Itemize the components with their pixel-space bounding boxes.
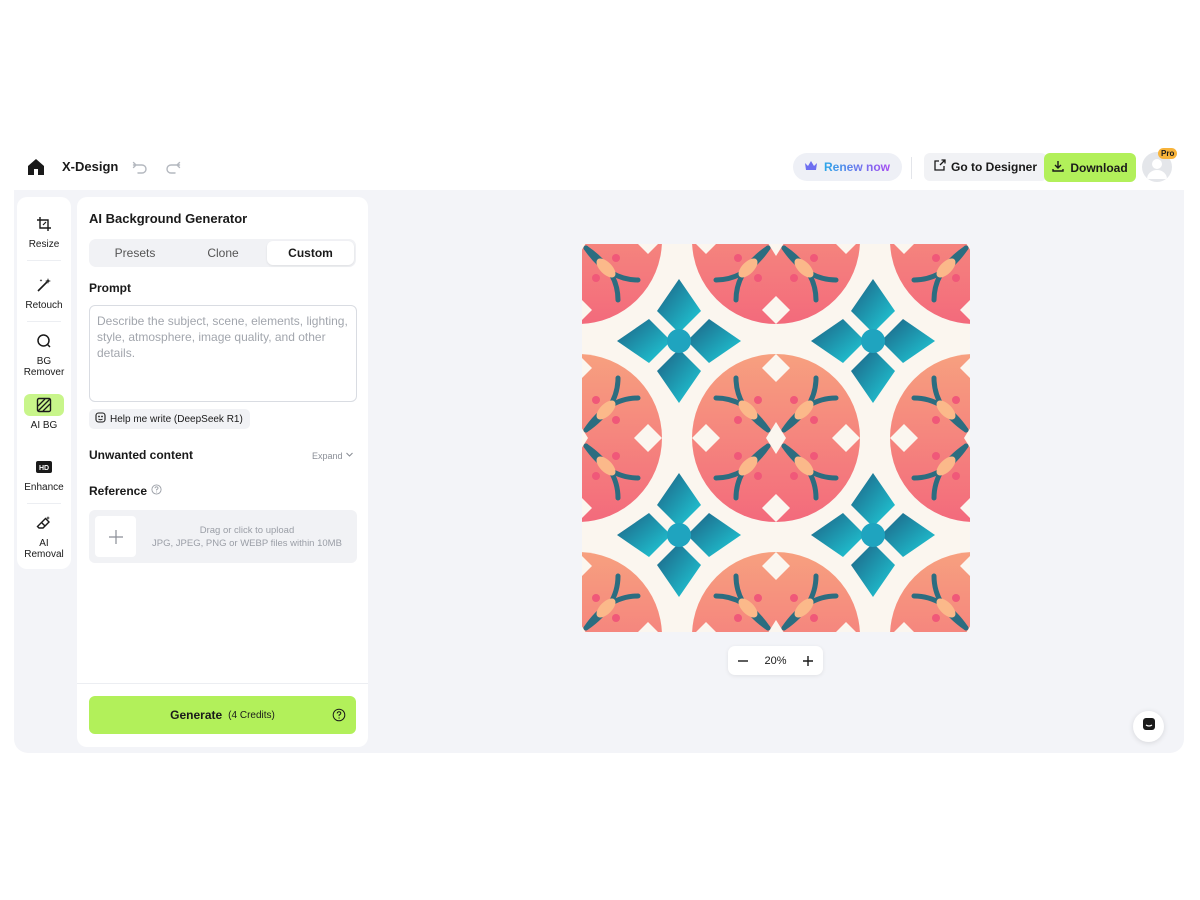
rail-item-retouch[interactable]: Retouch [21,274,67,311]
upload-hint: Drag or click to upload JPG, JPEG, PNG o… [147,524,347,550]
chevron-down-icon [345,450,354,461]
magic-wand-icon [24,274,64,296]
rail-item-ai-removal[interactable]: AI Removal [21,512,67,560]
eraser-icon [24,512,64,534]
mode-tabs: Presets Clone Custom [89,239,356,267]
ai-assist-icon [95,412,106,426]
rail-label: AI Removal [24,538,64,560]
download-label: Download [1070,160,1128,175]
reference-label: Reference [89,484,148,498]
support-chat-button[interactable] [1133,711,1164,742]
top-bar: X-Design Renew now Go to Designer Downlo… [14,146,1184,190]
renew-button[interactable]: Renew now [793,153,903,181]
rail-item-resize[interactable]: Resize [21,213,67,250]
ai-bg-icon [24,394,64,416]
home-icon[interactable] [26,157,46,177]
download-button[interactable]: Download [1044,153,1136,182]
rail-divider [27,503,61,504]
rail-label: Resize [28,239,60,250]
go-to-designer-button[interactable]: Go to Designer [924,153,1048,181]
brand-name: X-Design [62,159,119,174]
rail-item-ai-bg[interactable]: AI BG [21,394,67,431]
prompt-label: Prompt [89,281,131,295]
header-divider [911,157,912,179]
reference-upload-area[interactable]: Drag or click to upload JPG, JPEG, PNG o… [89,510,357,563]
unwanted-content-label: Unwanted content [89,448,193,462]
go-to-designer-label: Go to Designer [951,160,1038,174]
zoom-in-button[interactable] [801,654,815,668]
expand-toggle[interactable]: Expand [312,450,354,461]
rail-label: AI BG [30,420,58,431]
rail-item-bg-remover[interactable]: BG Remover [21,330,67,378]
rail-label: BG Remover [23,356,65,378]
rail-divider [27,321,61,322]
zoom-out-button[interactable] [736,654,750,668]
zoom-control: 20% [728,646,823,675]
generated-image[interactable] [582,244,970,632]
renew-label: Renew now [824,160,891,174]
download-icon [1052,160,1065,175]
generate-label: Generate [170,708,223,722]
generate-button[interactable]: Generate (4 Credits) [89,696,356,734]
rail-divider [27,260,61,261]
rail-label: Enhance [24,482,64,493]
chat-icon [1142,717,1156,736]
prompt-input[interactable] [89,305,357,402]
crop-icon [24,213,64,235]
tab-custom[interactable]: Custom [267,241,354,265]
expand-label: Expand [312,450,343,461]
help-circle-icon[interactable] [151,484,162,498]
upload-hint-line1: Drag or click to upload [199,525,295,536]
rail-label: Retouch [25,300,63,311]
panel-divider [77,683,368,684]
reference-heading: Reference [89,484,162,498]
plus-icon [95,516,136,557]
generator-panel: AI Background Generator Presets Clone Cu… [77,197,368,747]
tab-presets[interactable]: Presets [91,241,179,265]
help-me-write-button[interactable]: Help me write (DeepSeek R1) [89,409,250,429]
help-me-write-label: Help me write (DeepSeek R1) [110,413,243,425]
crown-icon [804,160,818,175]
tool-rail: Resize Retouch BG Remover AI BG HD Enhan… [17,197,71,569]
help-circle-icon[interactable] [332,708,346,722]
hd-icon: HD [24,456,64,478]
rail-item-enhance[interactable]: HD Enhance [21,456,67,493]
pro-badge: Pro [1158,148,1178,159]
bg-remover-icon [24,330,64,352]
redo-icon[interactable] [165,159,181,175]
zoom-level: 20% [764,654,787,667]
workspace: Resize Retouch BG Remover AI BG HD Enhan… [14,190,1184,753]
undo-icon[interactable] [132,159,148,175]
generate-credits: (4 Credits) [228,709,275,721]
external-edit-icon [933,159,946,175]
panel-title: AI Background Generator [89,211,248,226]
upload-hint-line2: JPG, JPEG, PNG or WEBP files within 10MB [152,538,342,549]
tab-clone[interactable]: Clone [179,241,267,265]
svg-text:HD: HD [39,465,49,472]
tile-pattern-image [582,244,970,632]
